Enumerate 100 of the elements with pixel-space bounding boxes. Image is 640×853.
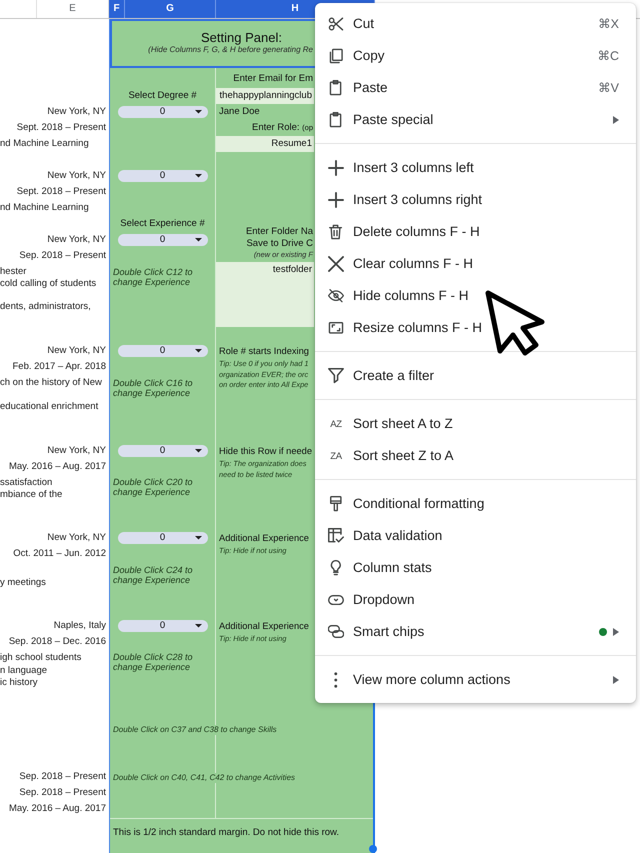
- menu-item[interactable]: Hide columns F - H: [328, 288, 469, 304]
- dropdown-chip[interactable]: 0: [118, 445, 208, 457]
- location-text: New York, NY: [47, 532, 106, 544]
- caret-icon: [194, 449, 202, 453]
- hint-text: Double Click C16 to change Experience: [113, 378, 194, 398]
- menu-item[interactable]: Insert 3 columns left: [328, 160, 474, 176]
- dropdown-chip[interactable]: 0: [118, 345, 208, 357]
- eye-slash-icon: [328, 289, 344, 303]
- field-label: Select Experience #: [120, 218, 205, 230]
- menu-item[interactable]: Cut: [328, 16, 374, 32]
- date-range-text: Sep. 2018 – Dec. 2016: [8, 636, 106, 648]
- date-range-text: May. 2016 – Aug. 2017: [8, 461, 106, 473]
- dropdown-chip[interactable]: 0: [118, 620, 208, 632]
- row-label: Hide this Row if neede: [219, 445, 312, 457]
- menu-item[interactable]: Column stats: [328, 560, 432, 576]
- cell-text: ic history: [0, 677, 38, 689]
- hint-text: Double Click on C37 and C38 to change Skills: [113, 725, 277, 735]
- dropdown-chip-icon: [328, 594, 344, 606]
- cell-text: ssatisfaction: [0, 477, 52, 489]
- cell-text: Jane Doe: [219, 106, 260, 118]
- dropdown-chip[interactable]: 0: [118, 106, 208, 118]
- location-text: New York, NY: [47, 345, 106, 357]
- lightbulb-icon: [330, 560, 342, 576]
- column-header[interactable]: F: [109, 0, 125, 18]
- cell-text: cold calling of students: [0, 278, 96, 290]
- menu-item[interactable]: Resize columns F - H: [328, 320, 482, 336]
- row-label: Additional Experience: [219, 532, 309, 544]
- table-check-icon: [328, 528, 344, 544]
- clipboard-icon: [329, 112, 343, 128]
- date-range-text: Sep. 2018 – Present: [19, 787, 106, 799]
- caret-icon: [194, 238, 202, 242]
- close-icon: [328, 256, 344, 272]
- filter-icon: [328, 368, 344, 384]
- location-text: New York, NY: [47, 170, 106, 182]
- menu-item[interactable]: Delete columns F - H: [328, 224, 480, 240]
- column-header[interactable]: G: [125, 0, 216, 18]
- cell-text: hester: [0, 266, 26, 278]
- date-range-text: May. 2016 – Aug. 2017: [8, 803, 106, 815]
- cell-text: ch on the history of New: [0, 377, 102, 389]
- chips-icon: [328, 625, 344, 639]
- panel-subtitle: (Hide Columns F, G, & H before generating Re: [148, 45, 313, 54]
- date-range-text: Sep. 2018 – Present: [19, 250, 106, 262]
- dropdown-chip[interactable]: 0: [118, 234, 208, 246]
- date-range-text: Feb. 2017 – Apr. 2018: [12, 361, 106, 373]
- date-range-text: Sept. 2018 – Present: [16, 122, 106, 134]
- cell-heading: Enter Folder Na Save to Drive C: [246, 226, 313, 250]
- date-range-text: Oct. 2011 – Jun. 2012: [13, 548, 106, 560]
- hint-text: Double Click C12 to change Experience: [113, 267, 194, 287]
- caret-icon: [194, 349, 202, 353]
- copy-icon: [328, 48, 344, 64]
- cell-text: nd Machine Learning: [0, 138, 89, 150]
- plus-icon: [328, 192, 344, 208]
- dropdown-chip[interactable]: 0: [118, 532, 208, 544]
- hint-text: Double Click C20 to change Experience: [113, 477, 194, 497]
- caret-icon: [194, 536, 202, 540]
- menu-item[interactable]: Smart chips: [328, 624, 424, 640]
- location-text: Naples, Italy: [54, 620, 106, 632]
- shortcut-text: ⌘V: [598, 80, 619, 96]
- caret-icon: [194, 110, 202, 114]
- date-range-text: Sept. 2018 – Present: [16, 186, 106, 198]
- menu-item[interactable]: Conditional formatting: [328, 496, 484, 512]
- date-range-text: Sep. 2018 – Present: [19, 771, 106, 783]
- hint-text: Double Click C24 to change Experience: [113, 565, 194, 585]
- hint-text: Double Click C28 to change Experience: [113, 652, 194, 672]
- sort-glyph: ZA: [330, 450, 342, 462]
- input-field[interactable]: thehappyplanningclub: [216, 88, 314, 104]
- sort-glyph: AZ: [330, 418, 342, 430]
- menu-item[interactable]: View more column actions: [328, 672, 510, 688]
- caret-icon: [194, 624, 202, 628]
- cell-text: y meetings: [0, 577, 46, 589]
- menu-item[interactable]: Insert 3 columns right: [328, 192, 482, 208]
- shortcut-text: ⌘C: [597, 48, 619, 64]
- caret-icon: [194, 174, 202, 178]
- clipboard-icon: [329, 80, 343, 96]
- row-label: Role # starts Indexing: [219, 345, 309, 357]
- input-field[interactable]: testfolder: [216, 262, 314, 327]
- input-field[interactable]: Resume1: [216, 136, 314, 152]
- menu-item[interactable]: Create a filter: [328, 368, 434, 384]
- menu-item[interactable]: Data validation: [328, 528, 442, 544]
- cell-text: nd Machine Learning: [0, 202, 89, 214]
- menu-item[interactable]: Clear columns F - H: [328, 256, 474, 272]
- cell-heading: Enter Email for Em: [233, 73, 313, 85]
- plus-icon: [328, 160, 344, 176]
- menu-item[interactable]: Paste special: [328, 112, 434, 128]
- dropdown-chip[interactable]: 0: [118, 170, 208, 182]
- cell-text: educational enrichment: [0, 401, 98, 413]
- panel-title: Setting Panel:: [201, 30, 282, 45]
- fill-handle-icon[interactable]: [369, 845, 377, 853]
- menu-item[interactable]: Paste: [328, 80, 388, 96]
- menu-item[interactable]: ZA Sort sheet Z to A: [328, 448, 454, 464]
- menu-item[interactable]: Dropdown: [328, 592, 415, 608]
- trash-icon: [329, 224, 343, 240]
- menu-item[interactable]: Copy: [328, 48, 385, 64]
- mouse-pointer-icon: [484, 289, 546, 357]
- row-label: Additional Experience: [219, 620, 309, 632]
- paint-roller-icon: [330, 496, 342, 512]
- field-label: Select Degree #: [128, 90, 197, 102]
- menu-item[interactable]: AZ Sort sheet A to Z: [328, 416, 453, 432]
- resize-icon: [328, 322, 344, 334]
- more-vertical-icon: [334, 672, 338, 688]
